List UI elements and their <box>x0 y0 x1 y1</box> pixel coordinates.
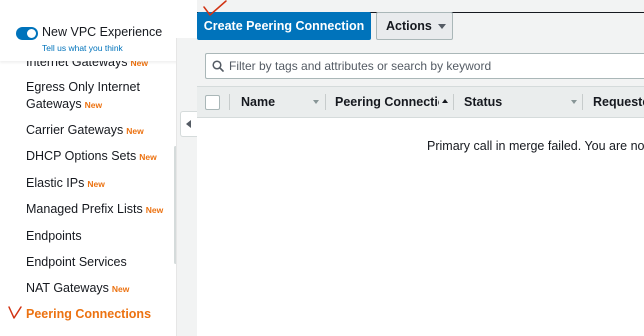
new-badge: New <box>111 284 130 294</box>
column-divider <box>325 94 326 110</box>
column-header-label: Status <box>464 95 503 109</box>
sidebar-item-label: Carrier Gateways <box>26 123 124 137</box>
new-badge: New <box>139 152 157 162</box>
sidebar-item-nat-gateways[interactable]: NAT Gateways New <box>26 280 129 298</box>
column-header-name[interactable]: Name <box>241 87 321 117</box>
column-header-label: Requeste <box>593 95 644 109</box>
collapse-sidebar-button[interactable] <box>180 111 197 137</box>
new-vpc-experience-toggle[interactable] <box>16 27 38 40</box>
sort-up-icon <box>442 99 448 103</box>
sidebar-item-label: Managed Prefix Lists <box>26 202 143 216</box>
new-badge: New <box>87 179 105 189</box>
sidebar-item-carrier-gateways[interactable]: Carrier Gateways New <box>26 122 144 140</box>
sidebar-item-endpoints[interactable]: Endpoints <box>26 228 82 245</box>
column-header-requester[interactable]: Requeste <box>593 87 644 117</box>
actions-button[interactable]: Actions <box>376 12 453 40</box>
new-vpc-experience-title: New VPC Experience <box>42 25 163 39</box>
new-badge: New <box>84 100 103 110</box>
new-badge: New <box>126 126 144 136</box>
sidebar-item-label: Endpoint Services <box>26 255 127 269</box>
sidebar-item-egress-only-internet-gateways[interactable]: Egress Only Internet Gateways New <box>26 79 140 114</box>
new-vpc-experience-panel: New VPC Experience Tell us what you thin… <box>0 14 176 61</box>
toolbar: Create Peering Connection Actions <box>197 0 644 48</box>
sidebar-item-dhcp-options-sets[interactable]: DHCP Options Sets New <box>26 148 157 166</box>
sidebar-item-label: Elastic IPs <box>26 176 85 190</box>
search-icon <box>212 60 224 72</box>
table-header: Name Peering Connectio Status Requeste <box>197 86 644 118</box>
sidebar-collapse-strip <box>176 38 197 336</box>
column-header-label: Peering Connectio <box>335 95 439 109</box>
column-divider <box>229 94 230 110</box>
sidebar-item-label: NAT Gateways <box>26 281 109 295</box>
column-divider <box>582 94 583 110</box>
sidebar: Internet Gateways New Egress Only Interne… <box>0 0 176 336</box>
sidebar-item-label: Egress Only Internet <box>26 80 140 94</box>
sort-down-icon <box>313 100 319 104</box>
filter-bar: Filter by tags and attributes or search … <box>197 48 644 86</box>
chevron-down-icon <box>437 23 446 29</box>
sidebar-item-peering-connections[interactable]: Peering Connections <box>26 306 151 323</box>
sidebar-item-endpoint-services[interactable]: Endpoint Services <box>26 254 127 271</box>
search-input[interactable]: Filter by tags and attributes or search … <box>205 53 644 79</box>
sidebar-item-managed-prefix-lists[interactable]: Managed Prefix Lists New <box>26 201 163 219</box>
new-badge: New <box>145 205 164 215</box>
checkmark-annotation-icon <box>8 306 22 319</box>
toggle-knob <box>27 29 36 38</box>
sidebar-item-label: Endpoints <box>26 229 82 243</box>
column-header-peering-connection[interactable]: Peering Connectio <box>335 87 439 117</box>
select-all-checkbox[interactable] <box>205 95 220 110</box>
column-header-status[interactable]: Status <box>464 87 564 117</box>
sidebar-item-label: DHCP Options Sets <box>26 149 137 163</box>
sidebar-item-label-line2: Gateways <box>26 97 82 111</box>
sidebar-item-label: Peering Connections <box>26 307 152 321</box>
column-header-label: Name <box>241 95 276 109</box>
column-divider <box>453 94 454 110</box>
search-placeholder: Filter by tags and attributes or search … <box>229 59 492 73</box>
sort-down-icon <box>571 100 577 104</box>
feedback-link[interactable]: Tell us what you think <box>42 43 123 53</box>
sidebar-item-elastic-ips[interactable]: Elastic IPs New <box>26 175 105 193</box>
error-message: Primary call in merge failed. You are no… <box>427 139 644 153</box>
checkmark-annotation-icon <box>203 0 227 16</box>
actions-label: Actions <box>386 19 432 33</box>
